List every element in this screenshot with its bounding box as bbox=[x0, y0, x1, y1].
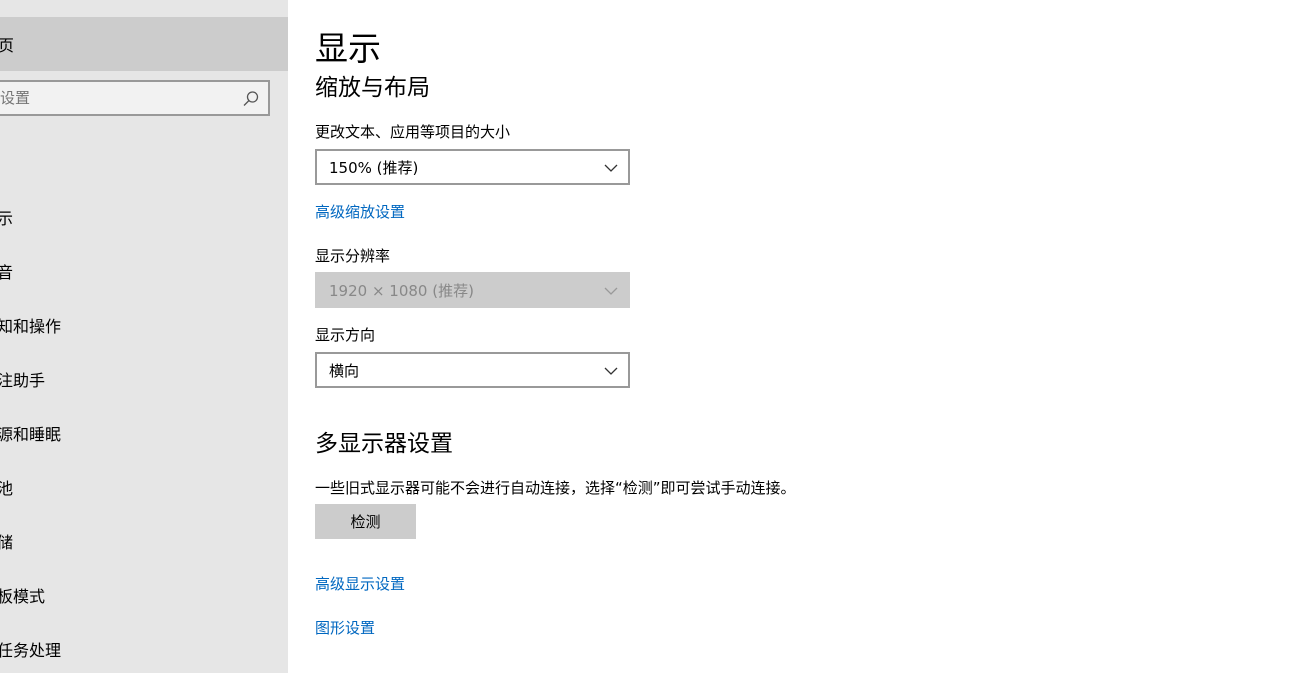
sidebar-item-label: 源和睡眠 bbox=[0, 425, 62, 444]
chevron-down-icon bbox=[604, 161, 618, 175]
sidebar-item-power-sleep[interactable]: 源和睡眠 bbox=[0, 406, 288, 460]
orientation-label: 显示方向 bbox=[315, 326, 376, 344]
chevron-down-icon bbox=[604, 364, 618, 378]
sidebar-item-label: 池 bbox=[0, 479, 14, 498]
search-input[interactable] bbox=[0, 82, 230, 114]
scale-dropdown-value: 150% (推荐) bbox=[329, 158, 419, 177]
orientation-dropdown[interactable]: 横向 bbox=[315, 352, 630, 388]
resolution-dropdown-value: 1920 × 1080 (推荐) bbox=[329, 281, 474, 300]
sidebar-item-display[interactable]: 示 bbox=[0, 190, 288, 244]
scale-dropdown[interactable]: 150% (推荐) bbox=[315, 149, 630, 185]
chevron-down-icon bbox=[604, 284, 618, 298]
sidebar-item-multitasking[interactable]: 任务处理 bbox=[0, 622, 288, 673]
sidebar-item-focus-assist[interactable]: 注助手 bbox=[0, 352, 288, 406]
scale-layout-heading: 缩放与布局 bbox=[315, 75, 430, 101]
search-icon[interactable] bbox=[242, 90, 260, 108]
search-box[interactable] bbox=[0, 80, 270, 116]
resolution-dropdown: 1920 × 1080 (推荐) bbox=[315, 272, 630, 308]
sidebar-item-label: 页 bbox=[0, 36, 15, 55]
sidebar-item-label: 任务处理 bbox=[0, 641, 62, 660]
sidebar-item-label: 板模式 bbox=[0, 587, 46, 606]
sidebar-item-label: 知和操作 bbox=[0, 317, 62, 336]
sidebar-item-battery[interactable]: 池 bbox=[0, 460, 288, 514]
sidebar-item-label: 音 bbox=[0, 263, 14, 282]
text-size-label: 更改文本、应用等项目的大小 bbox=[315, 123, 511, 141]
sidebar-item-storage[interactable]: 储 bbox=[0, 514, 288, 568]
orientation-dropdown-value: 横向 bbox=[329, 361, 360, 380]
graphics-settings-link[interactable]: 图形设置 bbox=[315, 617, 375, 638]
multi-display-description: 一些旧式显示器可能不会进行自动连接，选择“检测”即可尝试手动连接。 bbox=[315, 479, 796, 497]
sidebar-item-notifications[interactable]: 知和操作 bbox=[0, 298, 288, 352]
advanced-display-link[interactable]: 高级显示设置 bbox=[315, 573, 405, 594]
sidebar-item-sound[interactable]: 音 bbox=[0, 244, 288, 298]
sidebar: 页 示 音 知和操作 注助手 源和睡眠 池 储 板模式 任务处理 bbox=[0, 0, 288, 673]
sidebar-item-home[interactable]: 页 bbox=[0, 17, 288, 71]
sidebar-item-label: 注助手 bbox=[0, 371, 46, 390]
sidebar-item-label: 示 bbox=[0, 209, 14, 228]
sidebar-item-label: 储 bbox=[0, 533, 14, 552]
advanced-scaling-link[interactable]: 高级缩放设置 bbox=[315, 201, 405, 222]
multi-display-heading: 多显示器设置 bbox=[315, 431, 453, 457]
detect-button[interactable]: 检测 bbox=[315, 504, 416, 539]
page-title: 显示 bbox=[315, 29, 381, 68]
resolution-label: 显示分辨率 bbox=[315, 247, 391, 265]
sidebar-item-tablet-mode[interactable]: 板模式 bbox=[0, 568, 288, 622]
